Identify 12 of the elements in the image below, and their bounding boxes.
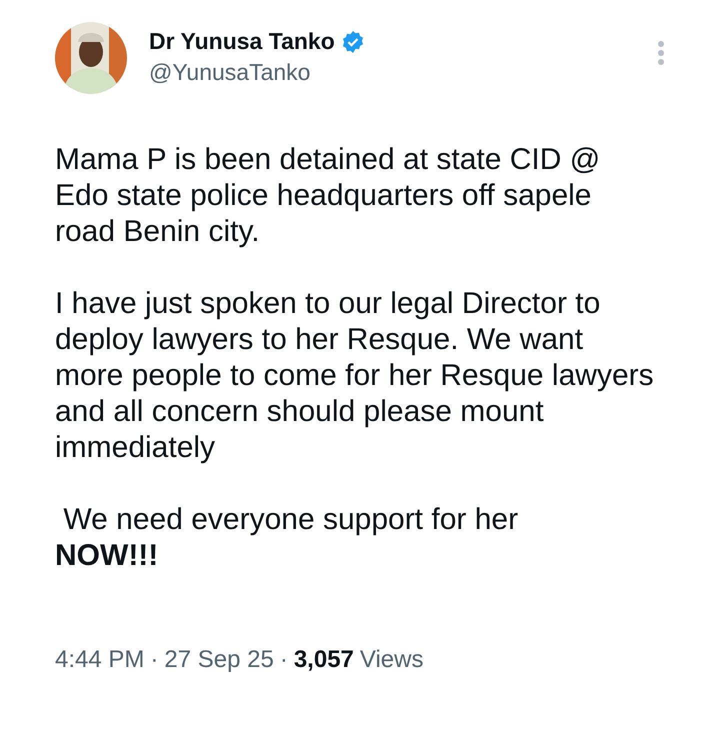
more-options-icon[interactable] (657, 40, 665, 66)
separator-dot: · (150, 646, 158, 674)
tweet-paragraph: Mama P is been detained at state CID @ Edo state police headquarters off sapele road Benin city. (55, 142, 602, 250)
author-handle[interactable]: @YunusaTanko (149, 59, 635, 86)
views-count: 3,057 (294, 646, 354, 674)
separator-dot: · (280, 646, 288, 674)
tweet-paragraph: I have just spoken to our legal Director to deploy lawyers to her Resque. We want more people to come for her Resque lawyers and all concern should please mount immediately (55, 286, 655, 466)
views-label: Views (360, 646, 424, 674)
post-time[interactable]: 4:44 PM (55, 646, 144, 674)
tweet-paragraph: We need everyone support for her NOW!!! (55, 502, 520, 574)
author-name[interactable]: Dr Yunusa Tanko (149, 28, 335, 55)
post-date[interactable]: 27 Sep 25 (164, 646, 274, 674)
